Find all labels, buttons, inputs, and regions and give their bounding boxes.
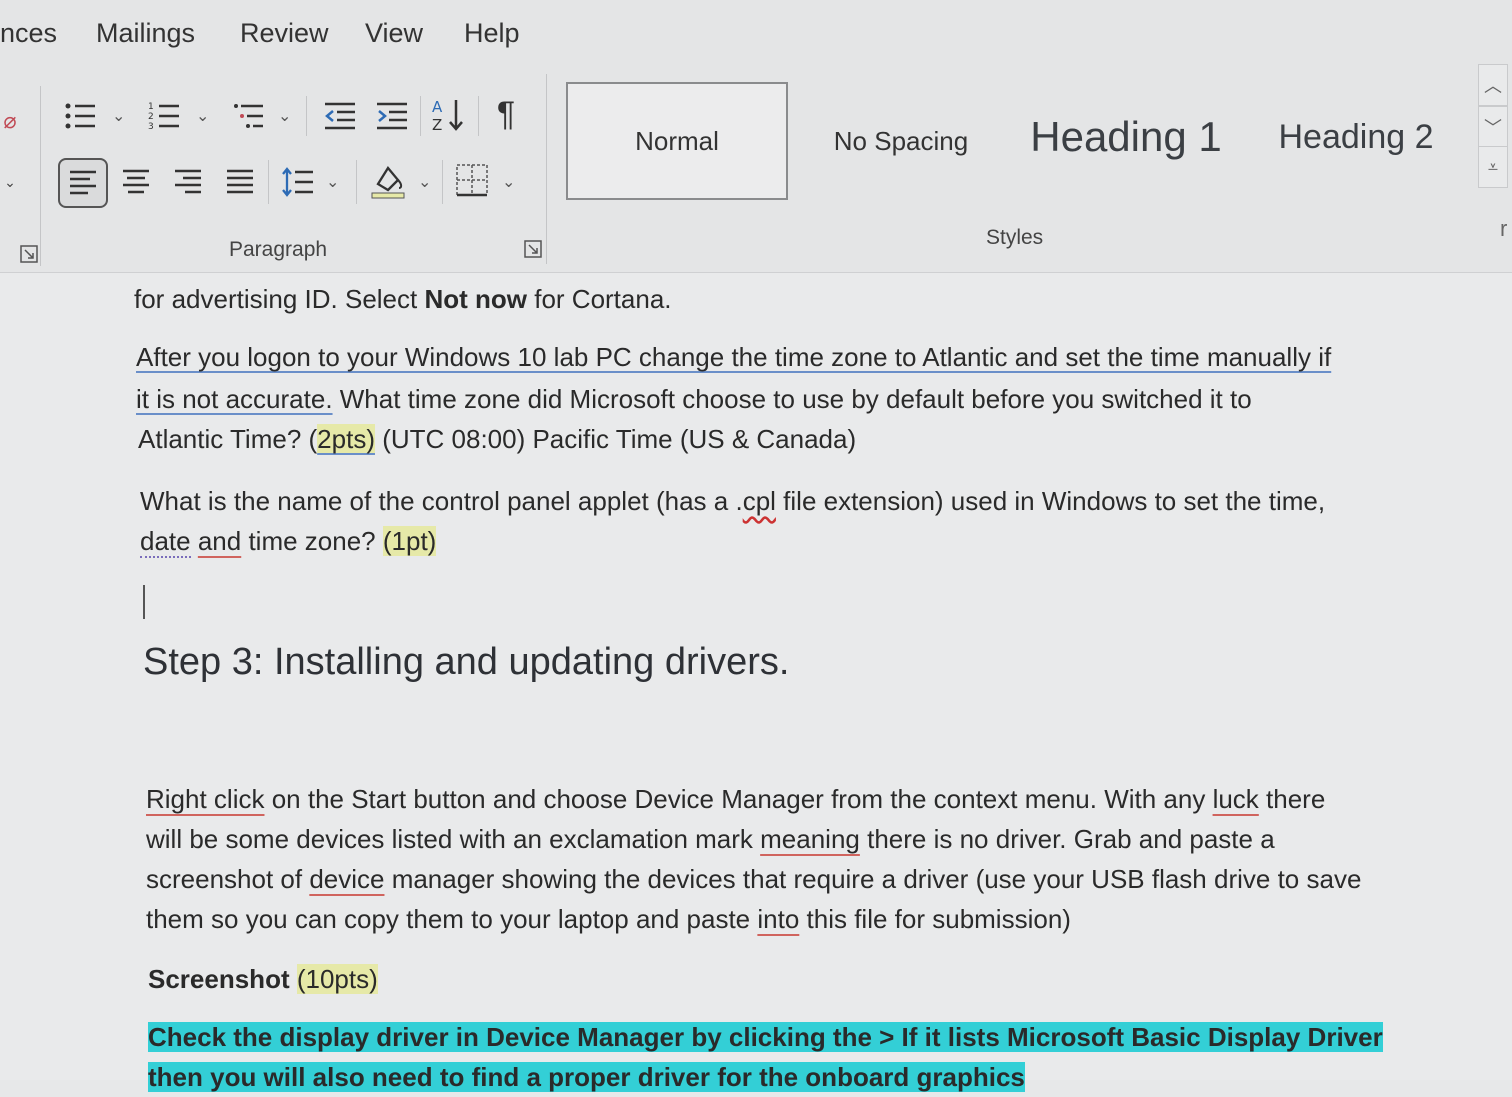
paragraph3-line1: Right click on the Start button and choo… — [146, 784, 1326, 814]
align-center-icon[interactable] — [116, 162, 156, 202]
paragraph3-line4: them so you can copy them to your laptop… — [146, 904, 1071, 934]
svg-text:A: A — [432, 98, 443, 116]
bullets-icon[interactable] — [60, 96, 100, 136]
align-right-icon[interactable] — [168, 162, 208, 202]
borders-icon[interactable] — [452, 160, 492, 200]
tab-review[interactable]: Review — [240, 18, 329, 49]
decrease-indent-icon[interactable] — [320, 96, 360, 136]
highlighted-instruction-line2: then you will also need to find a proper… — [148, 1062, 1025, 1092]
chevron-down-icon[interactable]: ⌄ — [502, 172, 515, 192]
svg-text:2: 2 — [148, 112, 154, 122]
text-cursor — [143, 585, 145, 619]
multilevel-list-icon[interactable] — [228, 96, 268, 136]
show-formatting-icon[interactable]: ¶ — [488, 94, 524, 134]
ribbon: nces Mailings Review View Help ⌀ ⌄ ⌄ 123… — [0, 0, 1512, 273]
question1-line1: After you logon to your Windows 10 lab P… — [136, 342, 1332, 372]
svg-text:3: 3 — [148, 122, 154, 132]
align-left-icon[interactable] — [58, 158, 108, 208]
highlighted-instruction-line1: Check the display driver in Device Manag… — [148, 1022, 1383, 1052]
svg-text:Z: Z — [432, 116, 442, 134]
paragraph-group-label: Paragraph — [229, 238, 328, 261]
paragraph3-line2: will be some devices listed with an excl… — [146, 824, 1275, 854]
style-heading-1[interactable]: Heading 1 — [1016, 78, 1236, 196]
question1-line3: Atlantic Time? (2pts) (UTC 08:00) Pacifi… — [138, 424, 857, 454]
styles-more-icon[interactable]: ⩡ — [1478, 146, 1508, 188]
svg-text:1: 1 — [148, 102, 154, 112]
chevron-down-icon[interactable]: ⌄ — [2, 172, 18, 192]
chevron-down-icon[interactable]: ⌄ — [326, 172, 339, 192]
format-painter-icon[interactable]: ⌀ — [0, 108, 20, 134]
increase-indent-icon[interactable] — [372, 96, 412, 136]
styles-group-label: Styles — [986, 226, 1044, 249]
chevron-down-icon[interactable]: ⌄ — [278, 106, 291, 126]
styles-launcher-edge: r — [1500, 216, 1508, 241]
styles-scroll-down-icon[interactable]: ﹀ — [1478, 106, 1508, 148]
numbering-icon[interactable]: 123 — [144, 96, 184, 136]
justify-icon[interactable] — [220, 162, 260, 202]
question2-line1: What is the name of the control panel ap… — [140, 486, 1326, 516]
tab-help[interactable]: Help — [464, 18, 520, 49]
paragraph-dialog-launcher-icon[interactable] — [524, 240, 542, 258]
question2-line2: date and time zone? (1pt) — [140, 526, 437, 558]
step3-heading: Step 3: Installing and updating drivers. — [143, 641, 790, 683]
chevron-down-icon[interactable]: ⌄ — [418, 172, 431, 192]
document-body[interactable]: for advertising ID. Select Not now for C… — [0, 273, 1512, 1092]
chevron-down-icon[interactable]: ⌄ — [112, 106, 125, 126]
tab-mailings[interactable]: Mailings — [96, 18, 195, 49]
screenshot-label: Screenshot (10pts) — [148, 964, 378, 994]
text-line: for advertising ID. Select Not now for C… — [134, 284, 672, 314]
tab-references[interactable]: nces — [0, 18, 57, 49]
answer-text: (UTC 08:00) Pacific Time (US & Canada) — [374, 424, 857, 454]
styles-gallery: Normal No Spacing Heading 1 Heading 2 — [566, 66, 1470, 208]
style-normal[interactable]: Normal — [566, 82, 788, 200]
question1-line2: it is not accurate. What time zone did M… — [136, 384, 1252, 414]
chevron-down-icon[interactable]: ⌄ — [196, 106, 209, 126]
font-dialog-launcher-icon[interactable] — [20, 245, 38, 263]
style-heading-2[interactable]: Heading 2 — [1266, 78, 1446, 196]
sort-icon[interactable]: AZ — [428, 94, 468, 136]
styles-scroll-up-icon[interactable]: ︿ — [1478, 64, 1508, 106]
paragraph3-line3: screenshot of device manager showing the… — [146, 864, 1362, 894]
style-no-spacing[interactable]: No Spacing — [806, 82, 996, 200]
tab-view[interactable]: View — [365, 18, 423, 49]
shading-icon[interactable] — [368, 160, 408, 202]
line-spacing-icon[interactable] — [278, 162, 318, 202]
